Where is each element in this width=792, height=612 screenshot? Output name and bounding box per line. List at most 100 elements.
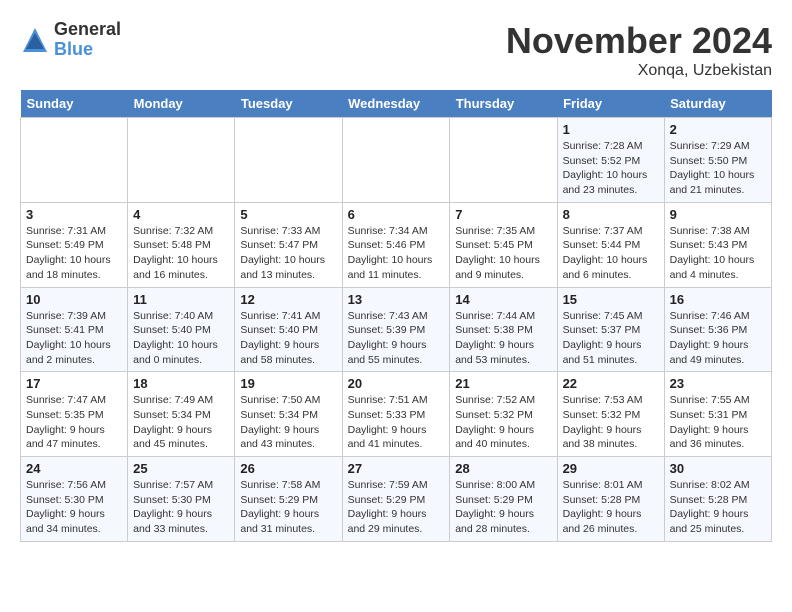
calendar-cell — [450, 118, 557, 203]
day-info: Sunrise: 7:35 AM Sunset: 5:45 PM Dayligh… — [455, 224, 551, 283]
location-title: Xonqa, Uzbekistan — [506, 62, 772, 80]
day-info: Sunrise: 7:45 AM Sunset: 5:37 PM Dayligh… — [563, 309, 659, 368]
day-info: Sunrise: 8:00 AM Sunset: 5:29 PM Dayligh… — [455, 478, 551, 537]
calendar-cell: 17 Sunrise: 7:47 AM Sunset: 5:35 PM Dayli… — [21, 372, 128, 457]
weekday-header-sunday: Sunday — [21, 90, 128, 118]
day-info: Sunrise: 7:37 AM Sunset: 5:44 PM Dayligh… — [563, 224, 659, 283]
weekday-header-thursday: Thursday — [450, 90, 557, 118]
calendar-cell: 5Sunrise: 7:33 AM Sunset: 5:47 PM Daylig… — [235, 202, 342, 287]
calendar-cell: 9 Sunrise: 7:38 AM Sunset: 5:43 PM Daylig… — [664, 202, 771, 287]
day-info: Sunrise: 7:52 AM Sunset: 5:32 PM Dayligh… — [455, 393, 551, 452]
calendar-cell: 18Sunrise: 7:49 AM Sunset: 5:34 PM Dayli… — [128, 372, 235, 457]
calendar-cell: 20 Sunrise: 7:51 AM Sunset: 5:33 PM Dayli… — [342, 372, 450, 457]
calendar-cell: 15Sunrise: 7:45 AM Sunset: 5:37 PM Dayli… — [557, 287, 664, 372]
calendar-cell: 25 Sunrise: 7:57 AM Sunset: 5:30 PM Dayli… — [128, 457, 235, 542]
calendar-week-5: 24 Sunrise: 7:56 AM Sunset: 5:30 PM Dayli… — [21, 457, 772, 542]
day-info: Sunrise: 7:41 AM Sunset: 5:40 PM Dayligh… — [240, 309, 336, 368]
calendar-cell: 30 Sunrise: 8:02 AM Sunset: 5:28 PM Dayli… — [664, 457, 771, 542]
day-number: 28 — [455, 461, 551, 476]
calendar-cell: 10 Sunrise: 7:39 AM Sunset: 5:41 PM Dayli… — [21, 287, 128, 372]
day-info: Sunrise: 7:39 AM Sunset: 5:41 PM Dayligh… — [26, 309, 122, 368]
calendar-cell: 4Sunrise: 7:32 AM Sunset: 5:48 PM Daylig… — [128, 202, 235, 287]
calendar-cell — [21, 118, 128, 203]
calendar-cell: 8 Sunrise: 7:37 AM Sunset: 5:44 PM Daylig… — [557, 202, 664, 287]
day-number: 8 — [563, 207, 659, 222]
day-info: Sunrise: 7:51 AM Sunset: 5:33 PM Dayligh… — [348, 393, 445, 452]
title-block: November 2024 Xonqa, Uzbekistan — [506, 20, 772, 80]
day-number: 13 — [348, 292, 445, 307]
weekday-header-tuesday: Tuesday — [235, 90, 342, 118]
day-number: 25 — [133, 461, 229, 476]
day-number: 30 — [670, 461, 766, 476]
day-info: Sunrise: 7:34 AM Sunset: 5:46 PM Dayligh… — [348, 224, 445, 283]
month-title: November 2024 — [506, 20, 772, 62]
day-info: Sunrise: 7:56 AM Sunset: 5:30 PM Dayligh… — [26, 478, 122, 537]
day-info: Sunrise: 7:59 AM Sunset: 5:29 PM Dayligh… — [348, 478, 445, 537]
calendar-cell: 27 Sunrise: 7:59 AM Sunset: 5:29 PM Dayli… — [342, 457, 450, 542]
day-number: 23 — [670, 376, 766, 391]
day-info: Sunrise: 8:01 AM Sunset: 5:28 PM Dayligh… — [563, 478, 659, 537]
calendar-cell — [235, 118, 342, 203]
day-info: Sunrise: 7:55 AM Sunset: 5:31 PM Dayligh… — [670, 393, 766, 452]
calendar-cell: 19 Sunrise: 7:50 AM Sunset: 5:34 PM Dayli… — [235, 372, 342, 457]
day-number: 3 — [26, 207, 122, 222]
weekday-header-saturday: Saturday — [664, 90, 771, 118]
day-info: Sunrise: 7:31 AM Sunset: 5:49 PM Dayligh… — [26, 224, 122, 283]
calendar-cell: 13 Sunrise: 7:43 AM Sunset: 5:39 PM Dayli… — [342, 287, 450, 372]
calendar-week-3: 10 Sunrise: 7:39 AM Sunset: 5:41 PM Dayli… — [21, 287, 772, 372]
logo-text: General Blue — [54, 20, 121, 60]
day-info: Sunrise: 7:53 AM Sunset: 5:32 PM Dayligh… — [563, 393, 659, 452]
day-info: Sunrise: 7:47 AM Sunset: 5:35 PM Dayligh… — [26, 393, 122, 452]
day-number: 18 — [133, 376, 229, 391]
day-number: 29 — [563, 461, 659, 476]
day-number: 5 — [240, 207, 336, 222]
calendar-cell: 26 Sunrise: 7:58 AM Sunset: 5:29 PM Dayli… — [235, 457, 342, 542]
calendar-cell: 22 Sunrise: 7:53 AM Sunset: 5:32 PM Dayli… — [557, 372, 664, 457]
day-info: Sunrise: 7:38 AM Sunset: 5:43 PM Dayligh… — [670, 224, 766, 283]
logo-icon — [20, 25, 50, 55]
calendar-cell: 24 Sunrise: 7:56 AM Sunset: 5:30 PM Dayli… — [21, 457, 128, 542]
calendar-cell: 28 Sunrise: 8:00 AM Sunset: 5:29 PM Dayli… — [450, 457, 557, 542]
calendar-week-1: 1 Sunrise: 7:28 AM Sunset: 5:52 PM Daylig… — [21, 118, 772, 203]
calendar-cell: 2 Sunrise: 7:29 AM Sunset: 5:50 PM Daylig… — [664, 118, 771, 203]
calendar-cell: 21 Sunrise: 7:52 AM Sunset: 5:32 PM Dayli… — [450, 372, 557, 457]
day-info: Sunrise: 7:40 AM Sunset: 5:40 PM Dayligh… — [133, 309, 229, 368]
day-number: 24 — [26, 461, 122, 476]
day-info: Sunrise: 7:58 AM Sunset: 5:29 PM Dayligh… — [240, 478, 336, 537]
day-info: Sunrise: 7:29 AM Sunset: 5:50 PM Dayligh… — [670, 139, 766, 198]
day-number: 17 — [26, 376, 122, 391]
weekday-header-row: SundayMondayTuesdayWednesdayThursdayFrid… — [21, 90, 772, 118]
calendar-cell: 14Sunrise: 7:44 AM Sunset: 5:38 PM Dayli… — [450, 287, 557, 372]
calendar-cell — [342, 118, 450, 203]
day-info: Sunrise: 7:57 AM Sunset: 5:30 PM Dayligh… — [133, 478, 229, 537]
calendar-table: SundayMondayTuesdayWednesdayThursdayFrid… — [20, 90, 772, 542]
calendar-cell: 12Sunrise: 7:41 AM Sunset: 5:40 PM Dayli… — [235, 287, 342, 372]
day-number: 22 — [563, 376, 659, 391]
weekday-header-friday: Friday — [557, 90, 664, 118]
calendar-week-4: 17 Sunrise: 7:47 AM Sunset: 5:35 PM Dayli… — [21, 372, 772, 457]
day-number: 21 — [455, 376, 551, 391]
day-info: Sunrise: 7:50 AM Sunset: 5:34 PM Dayligh… — [240, 393, 336, 452]
day-info: Sunrise: 7:43 AM Sunset: 5:39 PM Dayligh… — [348, 309, 445, 368]
calendar-cell: 1 Sunrise: 7:28 AM Sunset: 5:52 PM Daylig… — [557, 118, 664, 203]
day-number: 2 — [670, 122, 766, 137]
calendar-cell: 3 Sunrise: 7:31 AM Sunset: 5:49 PM Daylig… — [21, 202, 128, 287]
calendar-cell: 23 Sunrise: 7:55 AM Sunset: 5:31 PM Dayli… — [664, 372, 771, 457]
day-info: Sunrise: 8:02 AM Sunset: 5:28 PM Dayligh… — [670, 478, 766, 537]
day-number: 14 — [455, 292, 551, 307]
day-number: 10 — [26, 292, 122, 307]
day-number: 11 — [133, 292, 229, 307]
day-number: 27 — [348, 461, 445, 476]
day-info: Sunrise: 7:28 AM Sunset: 5:52 PM Dayligh… — [563, 139, 659, 198]
calendar-cell: 11 Sunrise: 7:40 AM Sunset: 5:40 PM Dayli… — [128, 287, 235, 372]
day-number: 1 — [563, 122, 659, 137]
day-info: Sunrise: 7:46 AM Sunset: 5:36 PM Dayligh… — [670, 309, 766, 368]
day-number: 26 — [240, 461, 336, 476]
weekday-header-wednesday: Wednesday — [342, 90, 450, 118]
logo: General Blue — [20, 20, 121, 60]
day-number: 16 — [670, 292, 766, 307]
day-number: 19 — [240, 376, 336, 391]
day-number: 20 — [348, 376, 445, 391]
day-number: 9 — [670, 207, 766, 222]
calendar-cell: 7Sunrise: 7:35 AM Sunset: 5:45 PM Daylig… — [450, 202, 557, 287]
